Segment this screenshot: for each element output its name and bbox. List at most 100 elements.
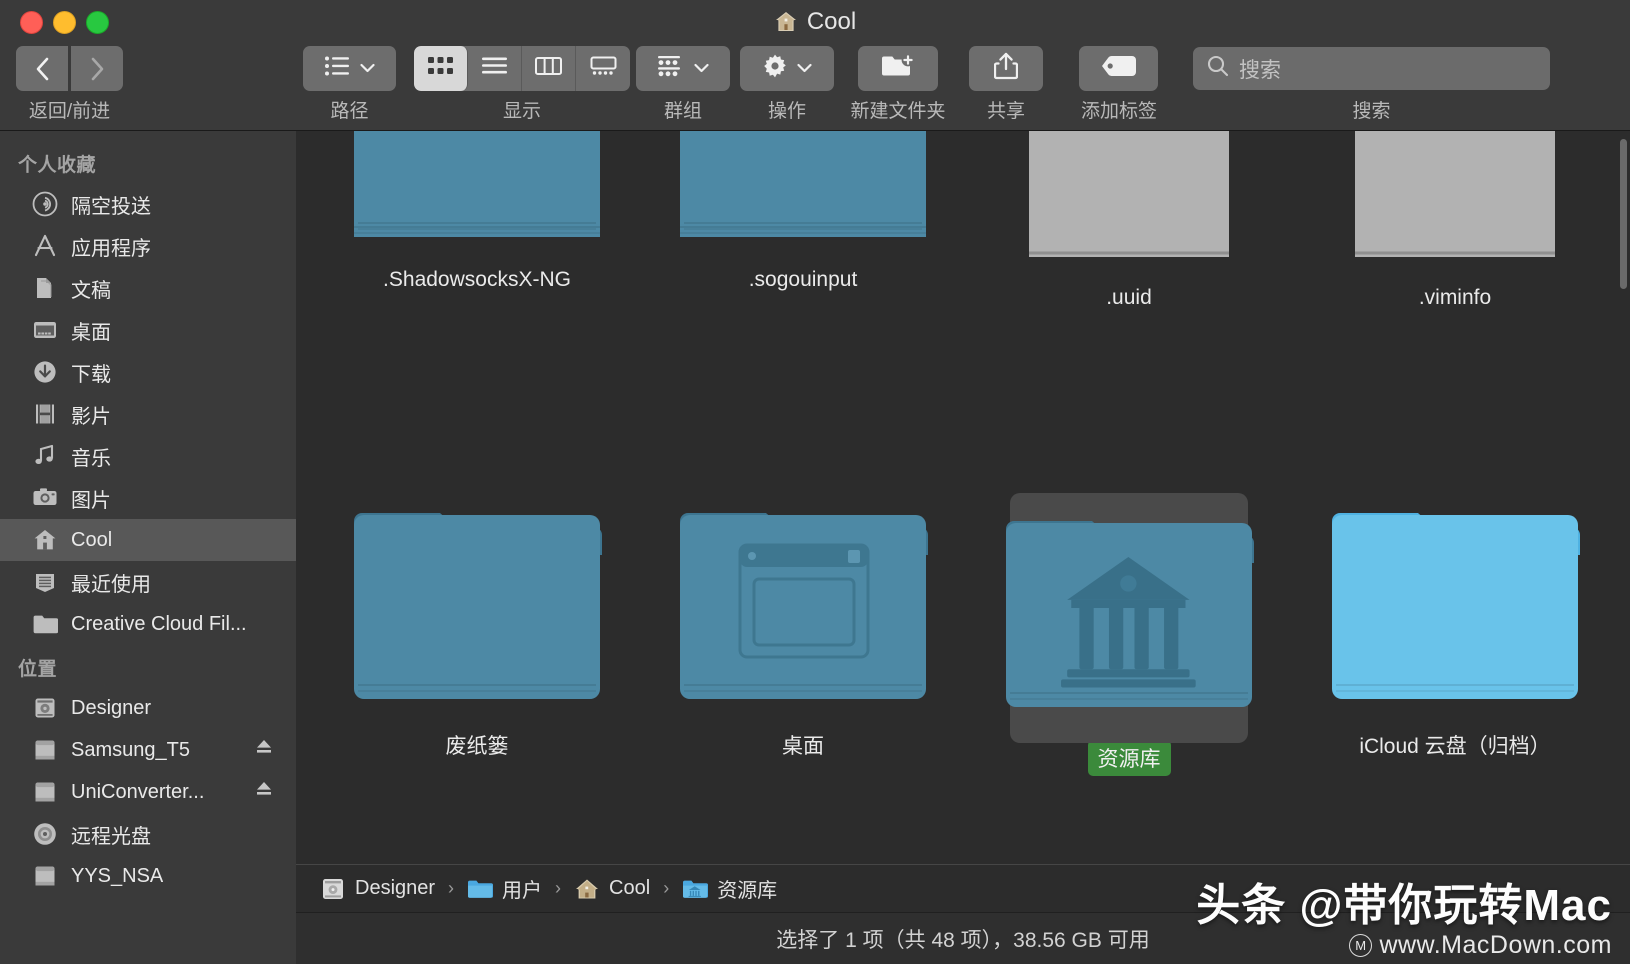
group-icon [657,55,685,82]
sidebar-item-creative-cloud-fil-[interactable]: Creative Cloud Fil... [0,603,296,645]
sidebar-item-音乐[interactable]: 音乐 [0,435,296,477]
breadcrumb-item[interactable]: 资源库 [682,874,777,903]
file-item[interactable]: .uuid [966,131,1292,310]
file-label: 废纸篓 [445,735,509,758]
list-bullet-icon [324,55,351,82]
sidebar-item-label: YYS_NSA [71,864,164,887]
sidebar-item-designer[interactable]: Designer [0,687,296,729]
file-item[interactable]: .viminfo [1292,131,1618,310]
action-label: 操作 [767,101,806,122]
file-item[interactable]: iCloud 云盘（归档） [1292,431,1618,760]
icon-view-button[interactable] [414,46,468,91]
harddisk-icon [31,695,58,722]
file-label-tagged: 资源库 [1087,740,1171,776]
list-icon [481,56,508,81]
sidebar-item-label: 图片 [71,489,111,512]
file-item[interactable]: .sogouinput [640,131,966,292]
music-icon [31,443,58,470]
external-disk-icon [31,863,58,890]
sidebar-section-header: 个人收藏 [18,155,97,176]
harddisk-icon [320,878,346,900]
eject-icon[interactable] [254,780,274,804]
breadcrumb-item[interactable]: Cool [574,877,650,900]
back-button[interactable] [16,46,68,91]
forward-button[interactable] [71,46,123,91]
sidebar-item-桌面[interactable]: 桌面 [0,309,296,351]
sidebar-item-下载[interactable]: 下载 [0,351,296,393]
sidebar-item-label: UniConverter... [71,780,205,803]
path-button[interactable] [303,46,396,91]
chevron-down-icon [797,60,812,78]
sidebar-item-label: 隔空投送 [71,195,151,218]
search-icon [1207,55,1229,82]
list-view-button[interactable] [468,46,522,91]
tag-icon [1101,55,1137,82]
chevron-down-icon [694,60,709,78]
new-folder-label: 新建文件夹 [850,101,946,122]
navigation-label: 返回/前进 [28,101,111,122]
sidebar-item-图片[interactable]: 图片 [0,477,296,519]
file-grid[interactable]: .ShadowsocksX-NG .sogouinput .uuid .vimi… [296,131,1630,864]
optical-disc-icon [31,821,58,848]
breadcrumb-item[interactable]: Designer [320,877,435,900]
file-label: 桌面 [782,735,824,758]
sidebar-item-最近使用[interactable]: 最近使用 [0,561,296,603]
external-disk-icon [31,779,58,806]
folder-icon [1330,493,1580,706]
file-item[interactable]: .ShadowsocksX-NG [314,131,640,292]
sidebar-item-隔空投送[interactable]: 隔空投送 [0,183,296,225]
sidebar-item-应用程序[interactable]: 应用程序 [0,225,296,267]
library-folder-icon [682,878,709,900]
add-tag-button[interactable] [1079,46,1158,91]
sidebar-item-影片[interactable]: 影片 [0,393,296,435]
column-view-button[interactable] [522,46,576,91]
breadcrumb-label: 资源库 [717,880,778,902]
gallery-icon [590,56,617,81]
sidebar-item-uniconverter-[interactable]: UniConverter... [0,771,296,813]
breadcrumb-separator: › [448,878,455,898]
vertical-scrollbar[interactable] [1620,139,1627,289]
window-title: Cool [0,8,1630,36]
sidebar-item-label: Designer [71,696,152,719]
file-item[interactable]: 资源库 [966,431,1292,776]
file-label: iCloud 云盘（归档） [1359,735,1551,758]
sidebar-item-label: 远程光盘 [71,825,151,848]
view-mode-segmented-control[interactable] [414,46,630,91]
breadcrumb-label: Designer [355,877,436,899]
document-icon [1029,131,1229,262]
folder-icon [678,131,928,244]
sidebar-item-yys-nsa[interactable]: YYS_NSA [0,855,296,897]
eject-icon[interactable] [254,738,274,762]
status-text: 选择了 1 项（共 48 项），38.56 GB 可用 [776,928,1150,952]
search-placeholder: 搜索 [1239,58,1281,82]
downloads-icon [31,359,58,386]
action-button[interactable] [740,46,834,91]
sidebar-item-label: Creative Cloud Fil... [71,612,247,635]
sidebar-item-samsung-t5[interactable]: Samsung_T5 [0,729,296,771]
sidebar-item-cool[interactable]: Cool [0,519,296,561]
file-item[interactable]: 废纸篓 [314,431,640,760]
search-input[interactable]: 搜索 [1193,47,1550,90]
share-button[interactable] [969,46,1043,91]
finder-window: Cool 返回/前进 路径 显示 群组 操作 新建文件夹 共享 添加标签 搜索 … [0,0,1630,964]
new-folder-icon [881,53,915,85]
document-icon [1355,131,1555,262]
breadcrumb-separator: › [663,878,670,898]
search-label: 搜索 [1352,101,1391,122]
path-bar: Designer › 用户 › Cool › 资源库 [296,864,1630,912]
sidebar-item-文稿[interactable]: 文稿 [0,267,296,309]
file-item[interactable]: 桌面 [640,431,966,760]
new-folder-button[interactable] [858,46,938,91]
file-label: .ShadowsocksX-NG [383,268,571,291]
breadcrumb-item[interactable]: 用户 [467,874,542,903]
sidebar-item-远程光盘[interactable]: 远程光盘 [0,813,296,855]
gallery-view-button[interactable] [576,46,630,91]
folder-icon [31,611,58,638]
home-icon [574,878,600,900]
sidebar-item-label: 下载 [71,363,111,386]
group-button[interactable] [636,46,730,91]
view-label: 显示 [502,101,541,122]
window-body: 个人收藏 隔空投送 应用程序 文稿 桌面 下载 影片 音乐 图片 Cool 最近… [0,131,1630,964]
folder-icon [352,493,602,706]
recents-icon [31,569,58,596]
